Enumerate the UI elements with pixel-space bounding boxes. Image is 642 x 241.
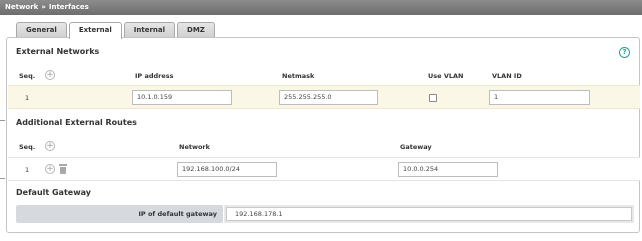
add-network-icon[interactable]: +: [45, 70, 55, 80]
default-gateway-label: IP of default gateway: [16, 205, 223, 223]
breadcrumb: Network» Interfaces: [0, 0, 642, 15]
default-gateway-input[interactable]: 192.168.178.1: [226, 207, 632, 221]
routes-title: Additional External Routes: [16, 118, 137, 127]
header-vlan-id: VLAN ID: [492, 72, 522, 80]
vlan-id-input[interactable]: 1: [489, 90, 590, 105]
external-networks-title: External Networks: [16, 47, 100, 56]
netmask-input[interactable]: 255.255.255.0: [279, 90, 378, 105]
add-route-row-icon[interactable]: +: [45, 164, 55, 174]
header-seq: Seq.: [19, 143, 36, 151]
row-seq: 1: [25, 166, 30, 174]
row-seq: 1: [25, 94, 30, 102]
header-netmask: Netmask: [282, 72, 315, 80]
table-row: 1 10.1.0.159 255.255.255.0 1: [8, 85, 640, 109]
header-seq: Seq.: [19, 72, 36, 80]
left-edge-marker: [0, 178, 5, 179]
default-gateway-field: 192.168.178.1: [224, 205, 634, 223]
left-edge-marker: [0, 120, 5, 121]
tab-bar: General External Internal DMZ: [16, 22, 215, 39]
table-row: 1 + 192.168.100.0/24 10.0.0.254: [8, 157, 640, 181]
header-use-vlan: Use VLAN: [428, 72, 464, 80]
external-panel: External Networks ? Seq. + IP address Ne…: [6, 37, 640, 233]
breadcrumb-separator: »: [41, 3, 46, 11]
header-network: Network: [179, 143, 210, 151]
breadcrumb-section[interactable]: Network: [5, 3, 38, 11]
breadcrumb-page: Interfaces: [48, 3, 89, 11]
trash-icon[interactable]: [59, 164, 67, 174]
tab-general[interactable]: General: [16, 22, 67, 38]
network-input[interactable]: 192.168.100.0/24: [177, 162, 277, 177]
default-gateway-title: Default Gateway: [16, 188, 91, 197]
gateway-input[interactable]: 10.0.0.254: [398, 162, 498, 177]
tab-dmz[interactable]: DMZ: [177, 22, 215, 38]
ip-address-input[interactable]: 10.1.0.159: [132, 90, 232, 105]
tab-external[interactable]: External: [68, 22, 122, 39]
add-route-icon[interactable]: +: [45, 141, 55, 151]
tab-internal[interactable]: Internal: [123, 22, 176, 38]
header-ip-address: IP address: [135, 72, 174, 80]
help-icon[interactable]: ?: [619, 47, 630, 58]
use-vlan-checkbox[interactable]: [429, 94, 437, 102]
header-gateway: Gateway: [400, 143, 432, 151]
